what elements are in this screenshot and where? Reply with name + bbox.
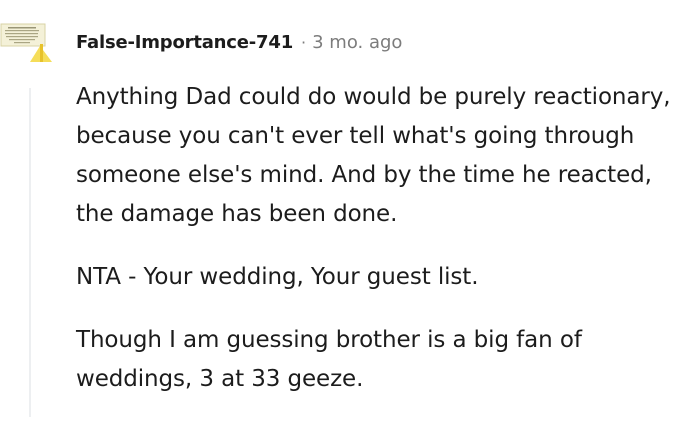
timestamp-link[interactable]: 3 mo. ago: [312, 32, 402, 53]
username-link[interactable]: False-Importance-741: [76, 32, 293, 53]
comment-paragraph: Though I am guessing brother is a big fa…: [76, 327, 582, 392]
avatar[interactable]: [0, 22, 56, 62]
comment: False-Importance-741 · 3 mo. ago Anythin…: [0, 0, 700, 417]
newspaper-clipping-avatar-icon: [0, 23, 52, 62]
comment-paragraph: Anything Dad could do would be purely re…: [76, 84, 671, 227]
comment-header: False-Importance-741 · 3 mo. ago: [0, 22, 402, 62]
comment-paragraph: NTA - Your wedding, Your guest list.: [76, 264, 479, 290]
thread-line[interactable]: [29, 88, 31, 417]
comment-body: Anything Dad could do would be purely re…: [76, 78, 686, 423]
meta-separator: ·: [301, 32, 307, 52]
